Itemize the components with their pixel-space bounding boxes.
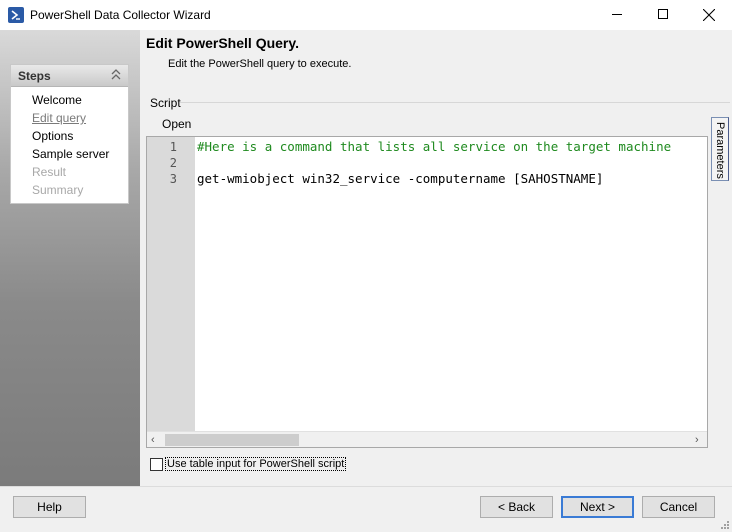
horizontal-scrollbar[interactable]: ‹ › (147, 431, 707, 447)
steps-panel: Steps Welcome Edit query Options Sample … (10, 64, 129, 204)
line-number: 2 (169, 156, 177, 170)
step-result: Result (32, 165, 67, 179)
parameters-tab[interactable]: Parameters (711, 117, 729, 181)
back-button[interactable]: < Back (480, 496, 553, 518)
step-sample-server[interactable]: Sample server (11, 145, 128, 163)
title-bar: PowerShell Data Collector Wizard (0, 0, 732, 30)
chevron-left-icon[interactable]: ‹ (151, 434, 155, 446)
step-edit-query[interactable]: Edit query (11, 109, 128, 127)
steps-header[interactable]: Steps (11, 65, 128, 87)
steps-list: Welcome Edit query Options Sample server… (11, 91, 128, 199)
scrollbar-thumb[interactable] (165, 434, 299, 446)
line-number: 1 (169, 140, 177, 154)
minimize-button[interactable] (594, 0, 640, 30)
code-line-comment: #Here is a command that lists all servic… (197, 139, 672, 154)
step-welcome[interactable]: Welcome (11, 91, 128, 109)
script-group-label: Script (150, 96, 181, 110)
maximize-icon (658, 9, 668, 19)
window-title: PowerShell Data Collector Wizard (30, 8, 211, 22)
close-button[interactable] (686, 0, 732, 30)
wizard-footer: Help < Back Next > Cancel (0, 486, 732, 532)
wizard-side-panel: Steps Welcome Edit query Options Sample … (0, 30, 140, 486)
line-number-gutter: 1 2 3 (147, 137, 195, 431)
line-number: 3 (169, 172, 177, 186)
help-button[interactable]: Help (13, 496, 86, 518)
chevron-up-double-icon[interactable] (110, 68, 122, 85)
cancel-button[interactable]: Cancel (642, 496, 715, 518)
parameters-tab-label: Parameters (714, 122, 726, 179)
step-options[interactable]: Options (11, 127, 128, 145)
script-editor[interactable]: 1 2 3 #Here is a command that lists all … (146, 136, 708, 448)
powershell-icon (8, 7, 24, 23)
close-icon (703, 9, 715, 21)
page-title: Edit PowerShell Query. (146, 35, 300, 51)
open-button[interactable]: Open (160, 117, 193, 131)
next-button[interactable]: Next > (561, 496, 634, 518)
code-line-command: get-wmiobject win32_service -computernam… (197, 171, 604, 186)
minimize-icon (612, 14, 622, 15)
table-input-checkbox[interactable] (150, 458, 163, 471)
step-summary: Summary (32, 183, 84, 197)
table-input-label[interactable]: Use table input for PowerShell script (165, 457, 347, 471)
group-divider (180, 102, 730, 103)
page-description: Edit the PowerShell query to execute. (168, 58, 352, 70)
maximize-button[interactable] (640, 0, 686, 30)
chevron-right-icon[interactable]: › (695, 434, 699, 446)
steps-header-label: Steps (18, 69, 51, 83)
resize-grip-icon[interactable] (718, 518, 730, 530)
